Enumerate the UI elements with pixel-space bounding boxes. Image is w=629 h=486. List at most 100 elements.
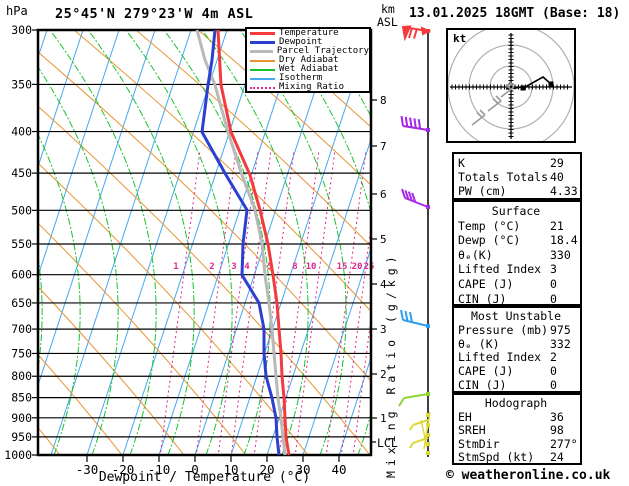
svg-text:3: 3 (231, 262, 236, 272)
surface-table: Surface Temp (°C) 21 Dewp (°C) 18.4 θₑ(K) 330… (452, 200, 582, 306)
mixing_ratio-legend-swatch (250, 86, 275, 89)
dry_adiabat-legend-swatch (250, 59, 275, 62)
indices-table: K 29 Totals Totals 40 PW (cm) 4.33 (452, 152, 582, 200)
table-row: StmDir 277° (458, 436, 580, 452)
svg-text:4: 4 (244, 262, 250, 272)
wind-barb (401, 25, 432, 42)
table-row: Lifted Index 3 (458, 262, 580, 277)
svg-text:10: 10 (306, 262, 317, 272)
row-value: 0 (550, 377, 557, 392)
row-label: CAPE (J) (458, 276, 514, 291)
temperature-legend-swatch (250, 32, 275, 35)
svg-text:550: 550 (11, 237, 32, 251)
row-label: Lifted Index (458, 262, 542, 277)
table-row: CAPE (J) 0 (458, 364, 580, 379)
table-section-header: Surface (491, 204, 541, 218)
wind-barb-staff (398, 25, 432, 457)
table-row: θₑ(K) 330 (458, 248, 580, 263)
svg-text:800: 800 (11, 369, 32, 383)
row-label: Temp (°C) (458, 218, 521, 233)
row-label: StmSpd (kt) (458, 450, 535, 465)
row-label: K (458, 156, 465, 170)
hodograph-panel: kt (446, 23, 576, 151)
hodograph-axes (450, 33, 572, 139)
svg-text:900: 900 (11, 411, 32, 425)
row-label: SREH (458, 423, 486, 438)
row-value: 24 (550, 450, 564, 465)
barb-marker (426, 451, 430, 455)
svg-text:5: 5 (380, 233, 387, 246)
hodograph-wind-barb (487, 95, 502, 112)
barb-marker (426, 324, 430, 328)
row-value: 18.4 (550, 233, 578, 248)
table-row: Lifted Index 2 (458, 351, 580, 365)
barb-marker (426, 392, 430, 396)
row-value: 3 (550, 262, 557, 277)
sounding-chart-page: hPa 25°45'N 279°23'W 4m ASL km ASL 13.01… (0, 0, 629, 486)
table-row: CAPE (J) 0 (458, 277, 580, 292)
svg-text:25: 25 (364, 262, 375, 272)
svg-text:1000: 1000 (4, 448, 32, 462)
row-label: θₑ (K) (458, 336, 500, 351)
row-value: 0 (550, 364, 557, 379)
hodograph-unit-label: kt (453, 32, 467, 45)
pressure-gridlines (32, 29, 371, 456)
row-label: CAPE (J) (458, 364, 514, 379)
barb-marker (426, 29, 430, 33)
copyright: © weatheronline.co.uk (446, 468, 611, 483)
svg-text:1: 1 (173, 262, 178, 272)
barb-marker (426, 205, 430, 209)
svg-text:300: 300 (11, 23, 32, 37)
row-label: CIN (J) (458, 291, 507, 306)
wind-barb (398, 393, 429, 407)
wet_adiabat-legend-swatch (250, 68, 275, 71)
hodograph-wind-barb (471, 109, 486, 126)
hodograph-marker (520, 85, 526, 91)
dewpoint-legend-swatch (250, 41, 275, 44)
row-value: 975 (550, 322, 571, 337)
barb-marker (426, 128, 430, 132)
row-value: 29 (550, 156, 564, 170)
row-value: 277° (550, 436, 578, 451)
row-value: 40 (550, 170, 564, 185)
row-label: Lifted Index (458, 350, 542, 365)
row-label: EH (458, 409, 472, 424)
hodograph-table: Hodograph EH 36 SREH 98 StmDir 277° StmSpd (kt… (452, 393, 582, 465)
row-value: 332 (550, 336, 571, 351)
svg-text:950: 950 (11, 430, 32, 444)
wind-barb (409, 419, 429, 431)
svg-text:750: 750 (11, 346, 32, 360)
svg-text:450: 450 (11, 166, 32, 180)
row-label: Dewp (°C) (458, 233, 521, 248)
svg-text:700: 700 (11, 322, 32, 336)
lcl-label: LCL (377, 436, 398, 450)
svg-text:650: 650 (11, 296, 32, 310)
row-value: 0 (550, 291, 557, 306)
row-value: 98 (550, 423, 564, 438)
svg-text:600: 600 (11, 268, 32, 282)
hodograph-plot (447, 23, 575, 151)
table-section-header: Hodograph (484, 396, 548, 410)
table-row: StmSpd (kt) 24 (458, 451, 580, 465)
svg-text:15: 15 (337, 262, 348, 272)
most-unstable-table: Most Unstable Pressure (mb) 975 θₑ (K) 332 L… (452, 306, 582, 393)
svg-text:500: 500 (11, 203, 32, 217)
svg-text:2: 2 (209, 262, 214, 272)
row-label: Totals Totals (458, 170, 549, 185)
row-value: 2 (550, 350, 557, 365)
table-row: SREH 98 (458, 424, 580, 438)
wind-barb (400, 309, 429, 327)
table-row: Pressure (mb) 975 (458, 322, 580, 338)
svg-text:7: 7 (380, 140, 387, 153)
row-label: θₑ(K) (458, 247, 493, 262)
svg-text:8: 8 (292, 262, 297, 272)
hodograph-marker (548, 81, 554, 87)
row-value: 21 (550, 218, 564, 233)
isotherm-legend-swatch (250, 77, 275, 80)
svg-text:8: 8 (380, 94, 387, 107)
row-value: 4.33 (550, 184, 578, 199)
table-row: Totals Totals 40 (458, 170, 580, 184)
table-row: CIN (J) 0 (458, 292, 580, 307)
table-row: Temp (°C) 21 (458, 219, 580, 234)
row-label: StmDir (458, 436, 500, 451)
